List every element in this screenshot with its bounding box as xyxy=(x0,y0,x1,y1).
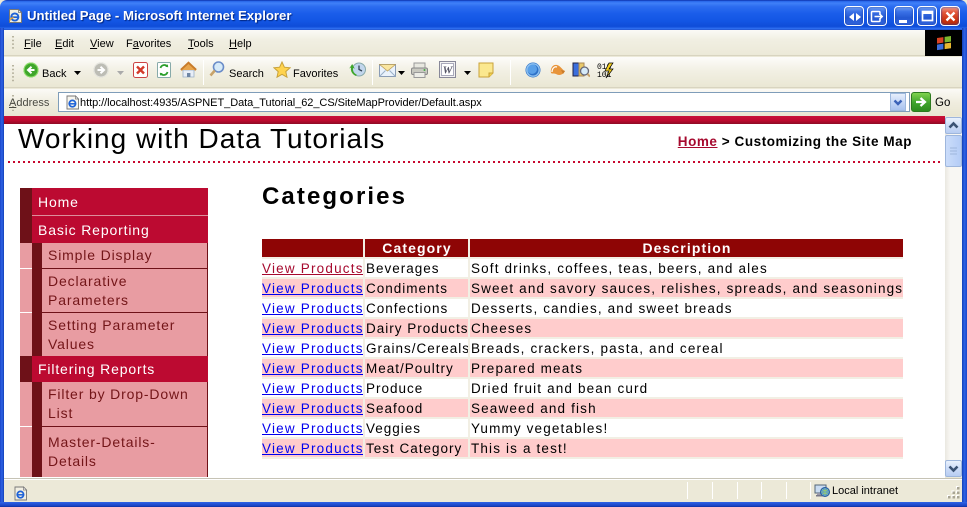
svg-text:W: W xyxy=(443,65,454,77)
